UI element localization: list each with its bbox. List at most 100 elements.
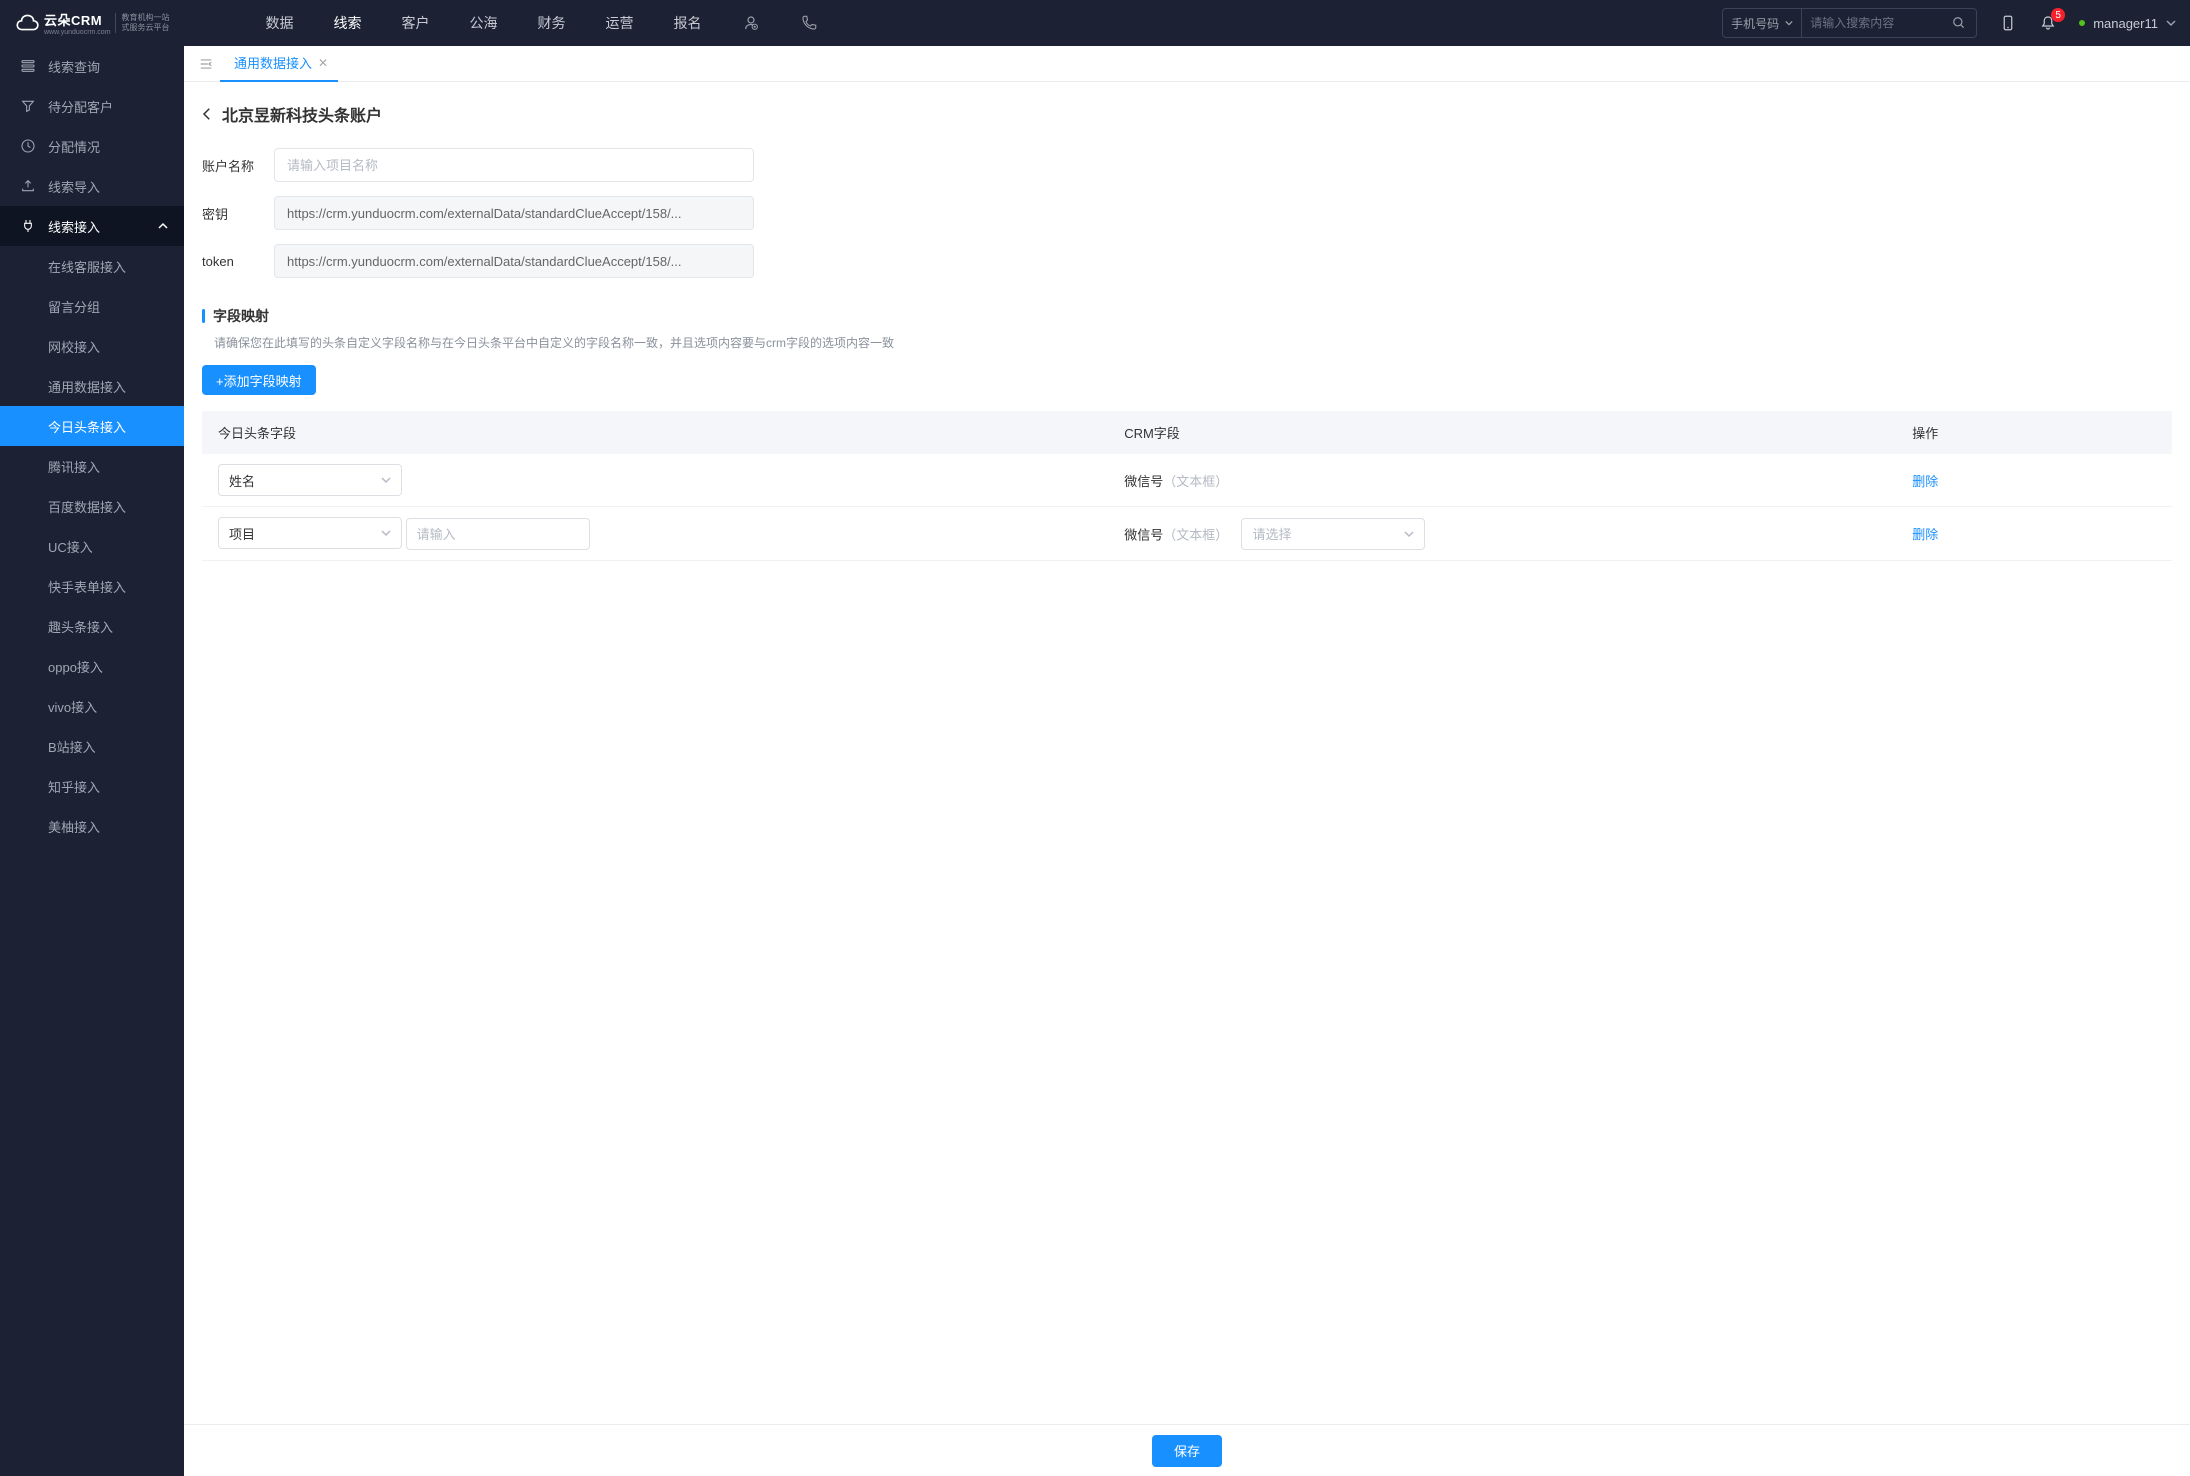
footer-bar: 保存 — [184, 1424, 2190, 1476]
sidebar-sub-item[interactable]: 腾讯接入 — [0, 446, 184, 486]
sidebar: 线索查询待分配客户分配情况线索导入线索接入在线客服接入留言分组网校接入通用数据接… — [0, 46, 184, 1476]
cloud-icon — [14, 12, 40, 34]
sidebar-sub-item[interactable]: 美柚接入 — [0, 806, 184, 846]
tab-bar: 通用数据接入 ✕ — [184, 46, 2190, 82]
back-chevron-icon[interactable] — [198, 105, 216, 123]
notification-badge: 5 — [2051, 8, 2065, 22]
top-nav-item[interactable]: 线索 — [314, 0, 382, 46]
tt-field-extra-input[interactable] — [406, 518, 590, 550]
sidebar-sub-item[interactable]: 通用数据接入 — [0, 366, 184, 406]
plug-icon — [20, 218, 36, 234]
token-label: token — [202, 254, 274, 269]
upload-icon — [20, 178, 36, 194]
secret-label: 密钥 — [202, 204, 274, 223]
sidebar-item[interactable]: 线索查询 — [0, 46, 184, 86]
top-nav-item[interactable]: 财务 — [518, 0, 586, 46]
sidebar-item-label: 待分配客户 — [48, 97, 113, 116]
sidebar-sub-item[interactable]: 留言分组 — [0, 286, 184, 326]
chevron-down-icon — [381, 475, 391, 485]
col-tt-field: 今日头条字段 — [202, 411, 1108, 454]
sidebar-sub-item[interactable]: 网校接入 — [0, 326, 184, 366]
tt-field-select[interactable]: 姓名 — [218, 464, 402, 496]
mapping-section-title: 字段映射 — [202, 306, 2172, 326]
crm-field-hint: （文本框） — [1163, 527, 1228, 542]
chevron-down-icon — [2166, 18, 2176, 28]
sidebar-sub-item[interactable]: 知乎接入 — [0, 766, 184, 806]
header-search: 手机号码 — [1722, 8, 1977, 38]
page-content: 北京昱新科技头条账户 账户名称 密钥 token 字段映射 请确保您在此填写的头… — [184, 82, 2190, 1476]
brand-domain: www.yunduocrm.com — [44, 29, 111, 36]
row-delete-link[interactable]: 删除 — [1912, 474, 1938, 489]
sidebar-sub-item[interactable]: oppo接入 — [0, 646, 184, 686]
chevron-down-icon — [1785, 19, 1793, 27]
tab-close-button[interactable]: ✕ — [318, 56, 328, 70]
tt-field-select[interactable]: 项目 — [218, 517, 402, 549]
user-menu[interactable]: manager11 — [2079, 16, 2176, 31]
sidebar-sub-item[interactable]: B站接入 — [0, 726, 184, 766]
add-mapping-button[interactable]: +添加字段映射 — [202, 365, 316, 395]
list-icon — [20, 58, 36, 74]
person-add-icon — [742, 14, 760, 32]
nav-user-icon[interactable] — [722, 0, 780, 46]
notification-button[interactable]: 5 — [2039, 14, 2057, 32]
token-input[interactable] — [274, 244, 754, 278]
top-nav: 数据线索客户公海财务运营报名 — [246, 0, 722, 46]
sidebar-item[interactable]: 线索接入 — [0, 206, 184, 246]
nav-phone-icon[interactable] — [780, 0, 838, 46]
chevron-up-icon — [158, 221, 168, 231]
sidebar-item-label: 分配情况 — [48, 137, 100, 156]
mobile-icon — [1999, 14, 2017, 32]
sidebar-item[interactable]: 待分配客户 — [0, 86, 184, 126]
top-nav-item[interactable]: 公海 — [450, 0, 518, 46]
sidebar-sub-item[interactable]: 快手表单接入 — [0, 566, 184, 606]
crm-field-hint: （文本框） — [1163, 474, 1228, 489]
account-name-input[interactable] — [274, 148, 754, 182]
phone-icon — [800, 14, 818, 32]
col-actions: 操作 — [1896, 411, 2172, 454]
sidebar-item[interactable]: 线索导入 — [0, 166, 184, 206]
sidebar-sub-item[interactable]: 百度数据接入 — [0, 486, 184, 526]
filter-icon — [20, 98, 36, 114]
col-crm-field: CRM字段 — [1108, 411, 1896, 454]
top-nav-item[interactable]: 客户 — [382, 0, 450, 46]
status-dot — [2079, 20, 2085, 26]
sidebar-item[interactable]: 分配情况 — [0, 126, 184, 166]
sidebar-sub-item[interactable]: vivo接入 — [0, 686, 184, 726]
table-row: 姓名微信号（文本框）删除 — [202, 454, 2172, 507]
top-nav-item[interactable]: 数据 — [246, 0, 314, 46]
brand-logo[interactable]: 云朵CRM www.yunduocrm.com 教育机构一站 式服务云平台 — [14, 10, 186, 36]
save-button[interactable]: 保存 — [1152, 1435, 1222, 1467]
mobile-button[interactable] — [1999, 14, 2017, 32]
secret-input[interactable] — [274, 196, 754, 230]
chevron-down-icon — [381, 528, 391, 538]
search-type-select[interactable]: 手机号码 — [1723, 9, 1802, 37]
clock-icon — [20, 138, 36, 154]
main: 通用数据接入 ✕ 北京昱新科技头条账户 账户名称 密钥 token — [184, 46, 2190, 1476]
crm-field-select[interactable]: 请选择 — [1241, 518, 1425, 550]
row-delete-link[interactable]: 删除 — [1912, 527, 1938, 542]
search-icon — [1952, 16, 1966, 30]
menu-fold-icon — [199, 57, 213, 71]
sidebar-item-label: 线索接入 — [48, 217, 100, 236]
brand-subtitle: 教育机构一站 式服务云平台 — [115, 13, 170, 32]
mapping-table: 今日头条字段 CRM字段 操作 姓名微信号（文本框）删除项目 微信号（文本框） … — [202, 411, 2172, 561]
mapping-section-desc: 请确保您在此填写的头条自定义字段名称与在今日头条平台中自定义的字段名称一致，并且… — [202, 334, 2172, 351]
search-button[interactable] — [1942, 9, 1976, 37]
sidebar-sub-item[interactable]: UC接入 — [0, 526, 184, 566]
header: 云朵CRM www.yunduocrm.com 教育机构一站 式服务云平台 数据… — [0, 0, 2190, 46]
table-row: 项目 微信号（文本框） 请选择删除 — [202, 507, 2172, 561]
page-title: 北京昱新科技头条账户 — [198, 102, 2172, 126]
top-nav-item[interactable]: 运营 — [586, 0, 654, 46]
sidebar-sub-item[interactable]: 趣头条接入 — [0, 606, 184, 646]
sidebar-sub-item[interactable]: 在线客服接入 — [0, 246, 184, 286]
collapse-sidebar-button[interactable] — [192, 57, 220, 71]
brand-name: 云朵CRM — [44, 10, 111, 29]
search-input[interactable] — [1802, 9, 1942, 37]
account-name-label: 账户名称 — [202, 156, 274, 175]
sidebar-item-label: 线索导入 — [48, 177, 100, 196]
chevron-down-icon — [1404, 529, 1414, 539]
tab-active[interactable]: 通用数据接入 ✕ — [220, 46, 338, 82]
top-nav-item[interactable]: 报名 — [654, 0, 722, 46]
sidebar-item-label: 线索查询 — [48, 57, 100, 76]
sidebar-sub-item[interactable]: 今日头条接入 — [0, 406, 184, 446]
